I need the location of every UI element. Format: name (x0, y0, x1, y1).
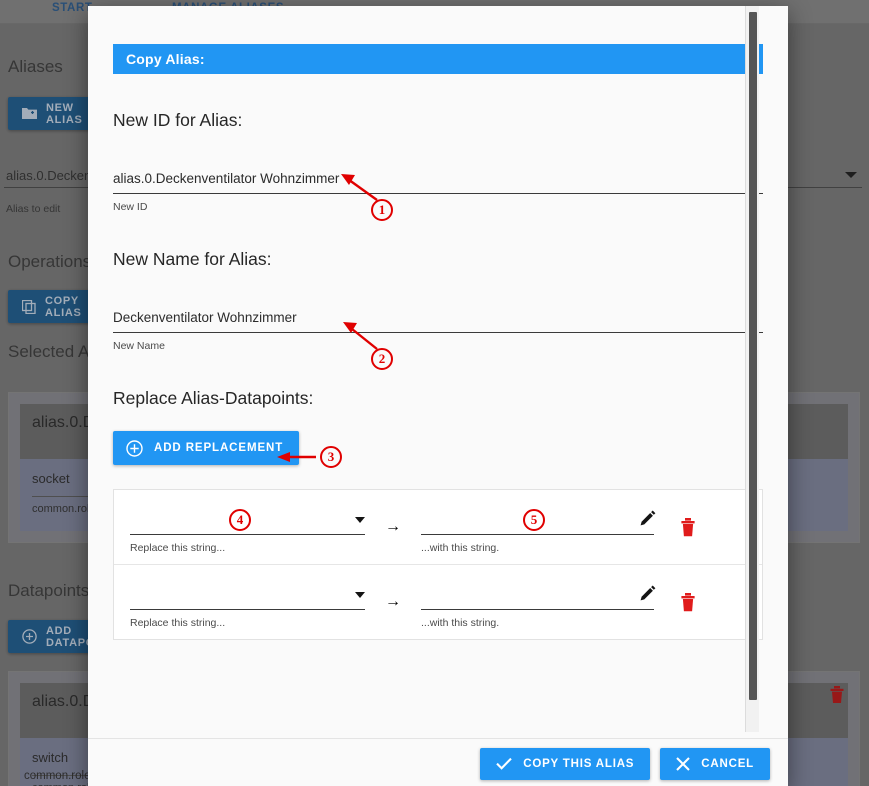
dialog-title: Copy Alias: (113, 44, 763, 74)
section-title-new-id: New ID for Alias: (113, 110, 243, 130)
trash-icon (681, 593, 695, 612)
replacement-arrow: → (385, 518, 401, 535)
new-id-label: New ID (113, 201, 148, 213)
replacement-from-hint: Replace this string... (130, 542, 226, 554)
check-icon (496, 757, 512, 770)
replacement-arrow: → (385, 593, 401, 610)
dialog-scroll-area: Copy Alias: New ID for Alias: alias.0.De… (88, 6, 788, 738)
replacement-to-hint: ...with this string. (421, 617, 500, 629)
close-icon (676, 756, 691, 771)
replacement-row: Replace this string... → ...with this st… (114, 564, 762, 639)
replacement-from-group: Replace this string... (130, 583, 365, 629)
delete-replacement-button[interactable] (674, 583, 702, 616)
replacement-to-input[interactable] (421, 583, 656, 610)
replacement-to-input[interactable] (421, 508, 656, 535)
trash-icon (681, 518, 695, 537)
screen: START MANAGE ALIASES Aliases NEW ALIAS a… (0, 0, 869, 786)
pencil-icon[interactable] (639, 510, 656, 527)
add-replacement-label: ADD REPLACEMENT (154, 442, 284, 454)
replacement-from-hint: Replace this string... (130, 617, 226, 629)
copy-this-alias-button[interactable]: COPY THIS ALIAS (480, 747, 651, 780)
dialog-content: Copy Alias: New ID for Alias: alias.0.De… (88, 44, 788, 640)
add-replacement-button[interactable]: ADD REPLACEMENT (113, 431, 300, 465)
dialog-scrollbar-thumb[interactable] (749, 12, 757, 700)
pencil-icon[interactable] (639, 585, 656, 602)
replacement-from-group: Replace this string... (130, 508, 365, 554)
dialog-scrollbar[interactable] (745, 6, 759, 732)
replacement-rows-container: Replace this string... → ...with this st… (113, 489, 763, 640)
copy-this-alias-label: COPY THIS ALIAS (523, 757, 635, 770)
copy-alias-dialog: Copy Alias: New ID for Alias: alias.0.De… (88, 6, 788, 786)
new-id-field-group: alias.0.Deckenventilator Wohnzimmer New … (113, 171, 763, 213)
new-name-underline (113, 332, 763, 333)
plus-circle-icon (126, 439, 143, 457)
new-name-field-group: Deckenventilator Wohnzimmer New Name (113, 310, 763, 352)
chevron-down-icon (355, 592, 365, 598)
new-name-label: New Name (113, 340, 165, 352)
new-name-input[interactable]: Deckenventilator Wohnzimmer (113, 310, 763, 332)
new-id-underline (113, 193, 763, 194)
replacement-to-group: ...with this string. (421, 583, 656, 629)
section-title-new-name: New Name for Alias: (113, 249, 272, 269)
replacement-to-group: ...with this string. (421, 508, 656, 554)
replacement-from-select[interactable] (130, 583, 365, 610)
chevron-down-icon (355, 517, 365, 523)
replacement-to-hint: ...with this string. (421, 542, 500, 554)
replacement-row: Replace this string... → ...with this st… (114, 490, 762, 564)
dialog-footer: COPY THIS ALIAS CANCEL (88, 738, 788, 786)
delete-replacement-button[interactable] (674, 508, 702, 541)
section-title-replace-datapoints: Replace Alias-Datapoints: (113, 388, 314, 408)
cancel-label: CANCEL (701, 757, 754, 770)
replacement-from-select[interactable] (130, 508, 365, 535)
cancel-button[interactable]: CANCEL (660, 747, 770, 780)
new-id-input[interactable]: alias.0.Deckenventilator Wohnzimmer (113, 171, 763, 193)
